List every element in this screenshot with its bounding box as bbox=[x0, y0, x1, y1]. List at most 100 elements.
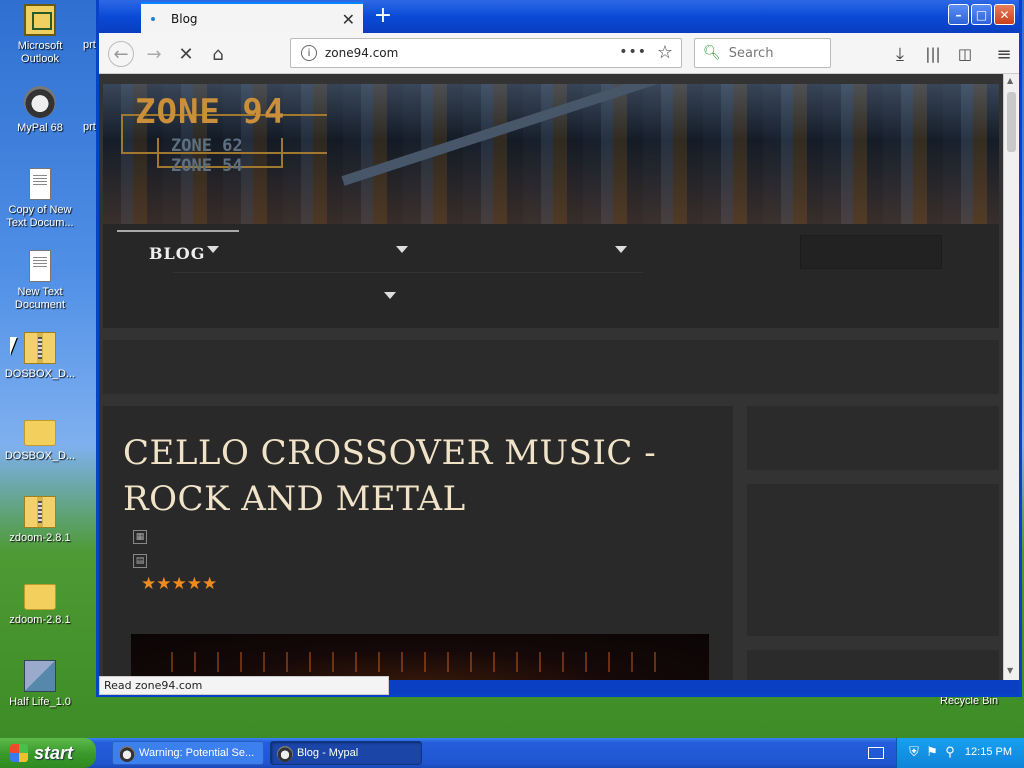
title-bar[interactable]: Blog ✕ + – □ ✕ bbox=[99, 0, 1019, 33]
desktop-icon-zdoom-folder[interactable]: zdoom-2.8.1 bbox=[0, 578, 80, 627]
raccoon-icon bbox=[119, 746, 135, 762]
system-tray: ⛨ ⚑ ⚲ 12:15 PM bbox=[896, 738, 1024, 768]
desktop-icon-label-cut: prt bbox=[83, 121, 96, 133]
menu-item-blog[interactable]: BLOG bbox=[149, 244, 205, 263]
keyboard-icon[interactable] bbox=[868, 747, 884, 759]
raccoon-icon bbox=[24, 86, 56, 118]
desktop-icon-label: Half Life_1.0 bbox=[9, 696, 71, 708]
comment-icon[interactable]: ▤ bbox=[133, 554, 147, 568]
desktop-icon-label: zdoom-2.8.1 bbox=[9, 614, 71, 626]
chevron-down-icon[interactable] bbox=[207, 246, 219, 253]
folder-icon bbox=[24, 420, 56, 446]
new-tab-button[interactable]: + bbox=[369, 3, 397, 31]
tab-title: Blog bbox=[171, 11, 198, 26]
taskbar-item-blog[interactable]: Blog - Mypal bbox=[270, 741, 422, 765]
stop-loading-icon[interactable]: ✕ bbox=[173, 41, 199, 67]
start-button[interactable]: start bbox=[0, 738, 96, 768]
site-logo-sub: ZONE 62 ZONE 54 bbox=[171, 136, 243, 176]
desktop-icon-mypal[interactable]: MyPal 68 bbox=[0, 86, 80, 135]
taskbar-item-warning[interactable]: Warning: Potential Se... bbox=[112, 741, 264, 765]
article-image[interactable] bbox=[131, 634, 709, 680]
desktop-icon-half-life[interactable]: Half Life_1.0 bbox=[0, 660, 80, 709]
network-icon[interactable]: ⚑ bbox=[925, 745, 939, 759]
chevron-down-icon[interactable] bbox=[615, 246, 627, 253]
search-icon: 🔍︎ bbox=[703, 45, 721, 61]
shield-icon[interactable]: ⛨ bbox=[907, 745, 921, 759]
mouse-cursor-icon bbox=[10, 337, 17, 355]
windows-flag-icon bbox=[10, 744, 28, 762]
site-info-icon[interactable]: i bbox=[301, 45, 317, 61]
calendar-icon: ▦ bbox=[133, 530, 147, 544]
rating-stars[interactable]: ★★★★★ bbox=[141, 574, 217, 594]
desktop-icon-label: DOSBOX_D... bbox=[4, 368, 76, 380]
search-placeholder: Search bbox=[728, 45, 774, 61]
desktop-icon-label: New Text Document bbox=[14, 286, 66, 311]
desktop-icon-dosbox-folder[interactable]: DOSBOX_D... bbox=[0, 414, 80, 463]
scroll-up-icon[interactable]: ▲ bbox=[1007, 76, 1013, 85]
taskbar-item-label: Blog - Mypal bbox=[297, 747, 359, 759]
downloads-icon[interactable]: ⤓ bbox=[887, 41, 913, 67]
maximize-button[interactable]: □ bbox=[971, 4, 992, 25]
window-controls: – □ ✕ bbox=[948, 4, 1015, 25]
logo-sub-line: ZONE 54 bbox=[171, 156, 243, 176]
back-arrow-icon[interactable]: ← bbox=[108, 41, 134, 67]
article-title[interactable]: CELLO CROSSOVER MUSIC - ROCK AND METAL bbox=[123, 430, 713, 522]
desktop-icon-label: Copy of New Text Docum... bbox=[6, 204, 74, 229]
sidebar-widget bbox=[747, 484, 999, 636]
scroll-down-icon[interactable]: ▼ bbox=[1007, 666, 1013, 675]
chevron-down-icon[interactable] bbox=[384, 292, 396, 299]
browser-window: Blog ✕ + – □ ✕ ← → ✕ ⌂ i zone94.com ••• … bbox=[96, 0, 1022, 697]
url-text: zone94.com bbox=[325, 46, 399, 60]
desktop-icon-label: zdoom-2.8.1 bbox=[9, 532, 71, 544]
forward-arrow-icon[interactable]: → bbox=[141, 41, 167, 67]
taskbar-item-label: Warning: Potential Se... bbox=[139, 747, 255, 759]
site-logo[interactable]: ZONE 94 bbox=[135, 92, 285, 132]
desktop-icon-label: MyPal 68 bbox=[17, 122, 63, 134]
content-strip bbox=[103, 340, 999, 394]
library-icon[interactable]: ||| bbox=[920, 41, 946, 67]
zip-folder-icon bbox=[24, 496, 56, 528]
taskbar: start Warning: Potential Se... Blog - My… bbox=[0, 738, 1024, 768]
logo-sub-line: ZONE 62 bbox=[171, 136, 243, 156]
desktop-icon-label: DOSBOX_D... bbox=[4, 450, 76, 462]
clock[interactable]: 12:15 PM bbox=[965, 746, 1012, 758]
search-icon[interactable]: ⚲ bbox=[943, 745, 957, 759]
navigation-toolbar: ← → ✕ ⌂ i zone94.com ••• ☆ 🔍︎ Search ⤓ |… bbox=[99, 33, 1019, 74]
vertical-scrollbar[interactable]: ▲ ▼ bbox=[1003, 74, 1019, 680]
raccoon-icon bbox=[277, 746, 293, 762]
tab-blog[interactable]: Blog ✕ bbox=[141, 2, 363, 33]
desktop-icon-copy-text-doc[interactable]: Copy of New Text Docum... bbox=[0, 168, 80, 230]
banner-rail bbox=[341, 84, 706, 186]
close-window-button[interactable]: ✕ bbox=[994, 4, 1015, 25]
page-actions-icon[interactable]: ••• bbox=[619, 44, 647, 60]
minimize-button[interactable]: – bbox=[948, 4, 969, 25]
desktop-icon-label-cut: prt bbox=[83, 39, 96, 51]
sidebar-icon[interactable]: ◫ bbox=[952, 41, 978, 67]
zip-folder-icon bbox=[24, 332, 56, 364]
menu-divider bbox=[173, 272, 643, 273]
url-bar[interactable]: i zone94.com ••• ☆ bbox=[290, 38, 682, 68]
sidebar-widget bbox=[747, 650, 999, 680]
bookmark-star-icon[interactable]: ☆ bbox=[657, 42, 673, 63]
outlook-icon bbox=[24, 4, 56, 36]
menu-hamburger-icon[interactable]: ≡ bbox=[991, 41, 1017, 67]
folder-icon bbox=[24, 584, 56, 610]
site-banner[interactable]: ZONE 94 ZONE 62 ZONE 54 bbox=[103, 84, 999, 224]
text-document-icon bbox=[29, 168, 51, 200]
desktop-icon-outlook[interactable]: Microsoft Outlook bbox=[0, 4, 80, 66]
menu-active-underline bbox=[117, 230, 239, 232]
tab-close-icon[interactable]: ✕ bbox=[342, 10, 355, 29]
article-card: CELLO CROSSOVER MUSIC - ROCK AND METAL ▦… bbox=[103, 406, 733, 680]
home-icon[interactable]: ⌂ bbox=[205, 41, 231, 67]
scrollbar-thumb[interactable] bbox=[1007, 92, 1016, 152]
desktop-icon-zdoom-zip[interactable]: zdoom-2.8.1 bbox=[0, 496, 80, 545]
desktop-icon-new-text-doc[interactable]: New Text Document bbox=[0, 250, 80, 312]
start-label: start bbox=[34, 742, 74, 763]
search-input[interactable]: 🔍︎ Search bbox=[694, 38, 831, 68]
site-menu: BLOG bbox=[103, 224, 999, 328]
sidebar-widget bbox=[747, 406, 999, 470]
desktop-icon-label: Microsoft Outlook bbox=[17, 40, 63, 65]
site-search-input[interactable] bbox=[800, 235, 942, 269]
status-bar: Read zone94.com bbox=[99, 676, 389, 695]
chevron-down-icon[interactable] bbox=[396, 246, 408, 253]
